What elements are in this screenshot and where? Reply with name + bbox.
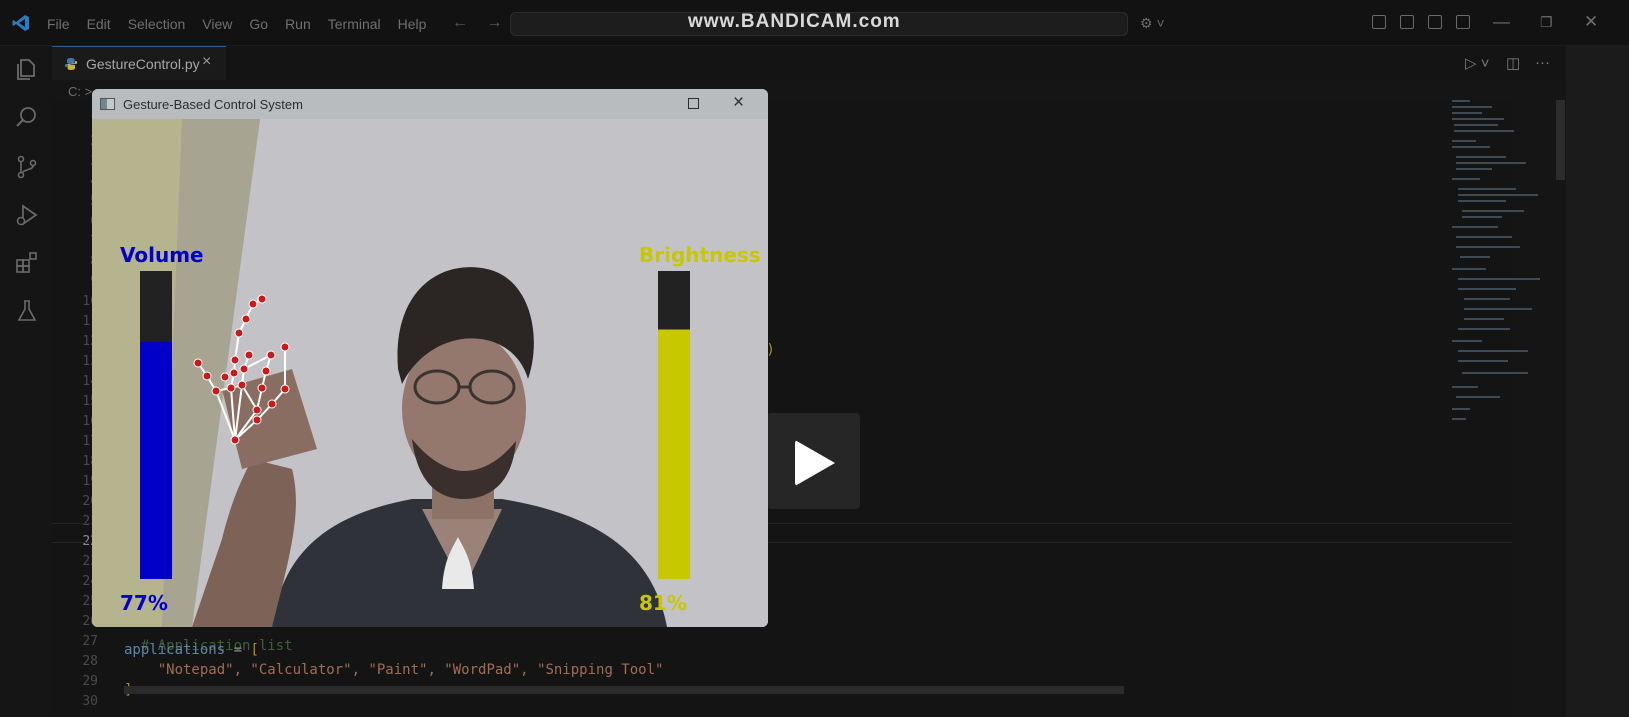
source-control-icon[interactable]: [14, 154, 40, 180]
volume-bar-fill: [140, 341, 172, 579]
menu-edit[interactable]: Edit: [87, 16, 111, 32]
menu-go[interactable]: Go: [249, 16, 268, 32]
run-file-icon[interactable]: ▷ ˅: [1465, 54, 1489, 72]
app-window-icon: [100, 98, 115, 110]
code-operator: =: [225, 642, 251, 658]
split-editor-icon[interactable]: ◫: [1506, 54, 1520, 72]
toggle-sidebar-icon[interactable]: [1400, 15, 1414, 29]
search-icon[interactable]: [14, 104, 40, 130]
extensions-icon[interactable]: [14, 250, 40, 276]
menu-view[interactable]: View: [202, 16, 232, 32]
code-variable: applications: [124, 642, 226, 658]
menu-run[interactable]: Run: [285, 16, 311, 32]
forward-arrow-icon[interactable]: →: [486, 14, 502, 31]
layout-controls: [1372, 15, 1470, 29]
camera-window-title: Gesture-Based Control System: [123, 97, 303, 112]
brightness-label-text: Brightness: [639, 243, 761, 267]
code-strings: "Notepad", "Calculator", "Paint", "WordP…: [157, 662, 664, 678]
level-bars: [140, 271, 690, 579]
back-arrow-icon[interactable]: ←: [452, 14, 468, 31]
recording-watermark: www.BANDICAM.com: [688, 11, 901, 32]
minimap[interactable]: [1452, 96, 1552, 426]
testing-icon[interactable]: [14, 298, 40, 324]
python-file-icon: [64, 58, 78, 70]
camera-window: Gesture-Based Control System × Volume 77…: [92, 89, 768, 627]
code-line-28: applications = [: [124, 642, 259, 658]
layout-customize-icon[interactable]: [1372, 15, 1386, 29]
menu-file[interactable]: File: [47, 16, 70, 32]
restore-icon[interactable]: ❐: [1540, 14, 1553, 31]
play-icon[interactable]: [795, 440, 835, 486]
menu-help[interactable]: Help: [398, 16, 427, 32]
tab-gesturecontrol[interactable]: GestureControl.py ×: [52, 46, 226, 80]
nav-arrows: ← →: [452, 14, 516, 32]
horizontal-scrollbar[interactable]: [124, 686, 1124, 694]
menu-selection[interactable]: Selection: [128, 16, 186, 32]
line-number: 27: [82, 634, 98, 649]
camera-close-icon[interactable]: ×: [733, 92, 744, 114]
toggle-panel-icon[interactable]: [1428, 15, 1442, 29]
camera-window-titlebar: Gesture-Based Control System ×: [92, 89, 768, 119]
code-bracket: [: [250, 642, 259, 658]
breadcrumb[interactable]: C: >: [68, 84, 92, 99]
line-number: 29: [82, 674, 98, 689]
hand-landmarks: [193, 294, 290, 445]
tab-close-icon[interactable]: ×: [202, 53, 211, 71]
vscode-logo-icon: [12, 15, 29, 31]
line-number: 30: [82, 694, 98, 709]
maximize-icon[interactable]: [688, 98, 699, 109]
run-debug-icon[interactable]: [14, 202, 40, 228]
explorer-icon[interactable]: [14, 56, 40, 82]
toggle-secondary-sidebar-icon[interactable]: [1456, 15, 1470, 29]
screen: { "watermark": "www.BANDICAM.com", "menu…: [0, 0, 1629, 717]
minimize-icon[interactable]: —: [1493, 12, 1510, 32]
more-actions-icon[interactable]: ···: [1535, 54, 1550, 71]
brightness-bar-fill: [658, 329, 690, 579]
brightness-label: Brightness: [639, 243, 761, 267]
right-edge: [1566, 46, 1629, 717]
brightness-percent: 81%: [639, 591, 687, 615]
activity-bar: [0, 46, 52, 717]
volume-percent: 77%: [120, 591, 168, 615]
tab-label: GestureControl.py: [86, 56, 200, 72]
vertical-scrollbar[interactable]: [1556, 100, 1565, 180]
close-window-icon[interactable]: ✕: [1584, 12, 1598, 32]
menu-bar: File Edit Selection View Go Run Terminal…: [47, 16, 443, 32]
code-line-29: "Notepad", "Calculator", "Paint", "WordP…: [124, 662, 664, 678]
copilot-icon[interactable]: ⚙ ˅: [1140, 15, 1165, 32]
camera-feed: Volume 77% Brightness 81%: [92, 119, 768, 627]
menu-terminal[interactable]: Terminal: [328, 16, 381, 32]
title-bar: File Edit Selection View Go Run Terminal…: [0, 0, 1629, 46]
tab-bar: [52, 46, 1629, 80]
line-number: 28: [82, 654, 98, 669]
